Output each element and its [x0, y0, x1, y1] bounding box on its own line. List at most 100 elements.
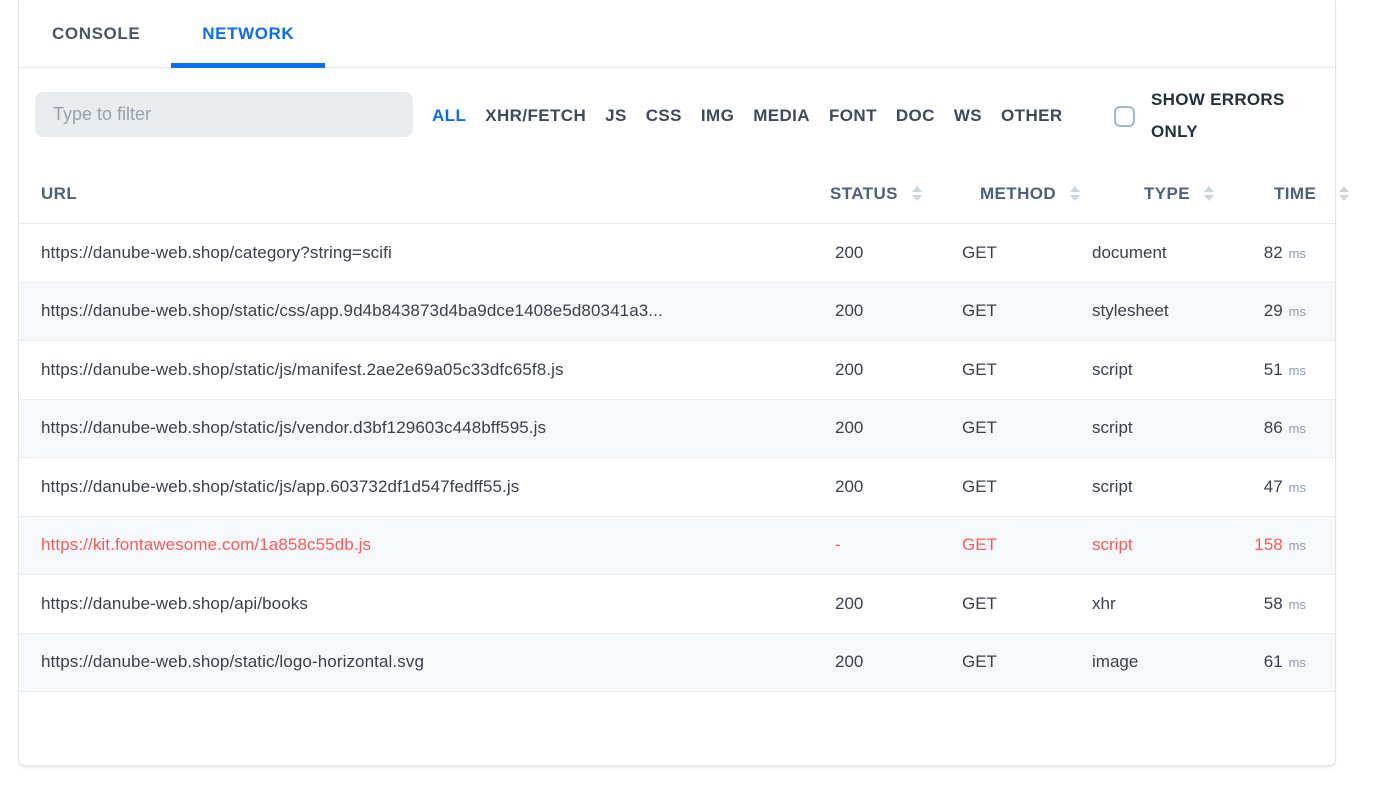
sort-icon [1338, 185, 1351, 202]
column-header-url: URL [41, 164, 77, 223]
table-row: https://danube-web.shop/category?string=… [19, 224, 1335, 283]
type-filter-font[interactable]: FONT [829, 106, 877, 126]
cell-url: https://danube-web.shop/category?string=… [41, 243, 835, 263]
cell-time: 51 ms [1217, 360, 1306, 380]
cell-url: https://danube-web.shop/static/js/vendor… [41, 418, 835, 438]
cell-url: https://danube-web.shop/static/css/app.9… [41, 301, 835, 321]
cell-status: 200 [835, 652, 962, 672]
column-label: METHOD [980, 184, 1056, 204]
cell-url: https://danube-web.shop/static/js/manife… [41, 360, 835, 380]
time-value: 158 [1254, 535, 1282, 555]
cell-time: 82 ms [1217, 243, 1306, 263]
type-filter-css[interactable]: CSS [646, 106, 682, 126]
type-filter-group: ALL XHR/FETCH JS CSS IMG MEDIA FONT DOC WS OTHER [432, 68, 1063, 164]
time-value: 47 [1264, 477, 1283, 497]
sort-icon [1069, 185, 1082, 202]
cell-method: GET [962, 535, 1092, 555]
column-label: TIME [1274, 184, 1316, 204]
cell-time: 86 ms [1217, 418, 1306, 438]
cell-type: stylesheet [1092, 301, 1217, 321]
cell-time: 47 ms [1217, 477, 1306, 497]
cell-status: 200 [835, 360, 962, 380]
show-errors-only-checkbox[interactable] [1114, 106, 1135, 127]
cell-type: xhr [1092, 594, 1217, 614]
sort-icon [1203, 185, 1216, 202]
cell-method: GET [962, 301, 1092, 321]
time-value: 86 [1264, 418, 1283, 438]
column-label: TYPE [1144, 184, 1190, 204]
table-body: https://danube-web.shop/category?string=… [19, 224, 1335, 692]
cell-type: script [1092, 535, 1217, 555]
cell-type: script [1092, 418, 1217, 438]
panel-tab-bar: CONSOLE NETWORK [19, 0, 1335, 68]
time-unit: ms [1289, 538, 1306, 553]
column-header-method[interactable]: METHOD [980, 164, 1082, 223]
cell-url: https://danube-web.shop/static/js/app.60… [41, 477, 835, 497]
cell-method: GET [962, 652, 1092, 672]
cell-method: GET [962, 594, 1092, 614]
cell-method: GET [962, 477, 1092, 497]
cell-url: https://danube-web.shop/static/logo-hori… [41, 652, 835, 672]
time-value: 61 [1264, 652, 1283, 672]
cell-status: 200 [835, 418, 962, 438]
type-filter-other[interactable]: OTHER [1001, 106, 1063, 126]
tab-network[interactable]: NETWORK [171, 0, 325, 67]
type-filter-js[interactable]: JS [605, 106, 627, 126]
cell-method: GET [962, 243, 1092, 263]
cell-method: GET [962, 360, 1092, 380]
time-unit: ms [1289, 246, 1306, 261]
type-filter-doc[interactable]: DOC [896, 106, 935, 126]
cell-time: 29 ms [1217, 301, 1306, 321]
table-row: https://danube-web.shop/static/logo-hori… [19, 634, 1335, 693]
cell-status: 200 [835, 243, 962, 263]
time-unit: ms [1289, 480, 1306, 495]
time-unit: ms [1289, 363, 1306, 378]
cell-status: 200 [835, 594, 962, 614]
table-row: https://danube-web.shop/static/css/app.9… [19, 283, 1335, 342]
time-value: 29 [1264, 301, 1283, 321]
time-unit: ms [1289, 597, 1306, 612]
tab-console[interactable]: CONSOLE [21, 0, 171, 67]
type-filter-ws[interactable]: WS [954, 106, 982, 126]
column-label: URL [41, 184, 77, 204]
type-filter-xhr-fetch[interactable]: XHR/FETCH [485, 106, 586, 126]
cell-time: 61 ms [1217, 652, 1306, 672]
cell-type: script [1092, 477, 1217, 497]
network-panel: CONSOLE NETWORK ALL XHR/FETCH JS CSS IMG MEDI… [18, 0, 1336, 766]
cell-url: https://kit.fontawesome.com/1a858c55db.j… [41, 535, 835, 555]
filter-bar: ALLXHR/FETCHJSCSSIMGMEDIAFONTDOCWSOTHER … [19, 68, 1335, 164]
type-filter-img[interactable]: IMG [701, 106, 734, 126]
time-unit: ms [1289, 421, 1306, 436]
cell-type: image [1092, 652, 1217, 672]
cell-type: script [1092, 360, 1217, 380]
time-unit: ms [1289, 304, 1306, 319]
table-row: https://danube-web.shop/static/js/vendor… [19, 400, 1335, 459]
cell-url: https://danube-web.shop/api/books [41, 594, 835, 614]
time-value: 51 [1264, 360, 1283, 380]
cell-status: 200 [835, 477, 962, 497]
cell-type: document [1092, 243, 1217, 263]
column-header-status[interactable]: STATUS [830, 164, 924, 223]
time-value: 58 [1264, 594, 1283, 614]
cell-time: 58 ms [1217, 594, 1306, 614]
sort-icon [911, 185, 924, 202]
column-header-type[interactable]: TYPE [1144, 164, 1216, 223]
time-unit: ms [1289, 655, 1306, 670]
show-errors-only-label[interactable]: SHOW ERRORS ONLY [1151, 84, 1301, 148]
show-errors-only-group: SHOW ERRORS ONLY [1114, 68, 1301, 164]
column-label: STATUS [830, 184, 898, 204]
table-header-row: URL STATUS METHOD TYPE TIME [19, 164, 1335, 224]
cell-status: - [835, 535, 962, 555]
table-row: https://kit.fontawesome.com/1a858c55db.j… [19, 517, 1335, 576]
filter-input[interactable] [35, 92, 413, 137]
cell-time: 158 ms [1217, 535, 1306, 555]
table-row: https://danube-web.shop/static/js/manife… [19, 341, 1335, 400]
type-filter-all[interactable]: ALL [432, 106, 466, 126]
cell-method: GET [962, 418, 1092, 438]
table-row: https://danube-web.shop/api/books 200 GE… [19, 575, 1335, 634]
cell-status: 200 [835, 301, 962, 321]
time-value: 82 [1264, 243, 1283, 263]
type-filter-media[interactable]: MEDIA [753, 106, 810, 126]
table-row: https://danube-web.shop/static/js/app.60… [19, 458, 1335, 517]
column-header-time[interactable]: TIME [1274, 164, 1351, 223]
